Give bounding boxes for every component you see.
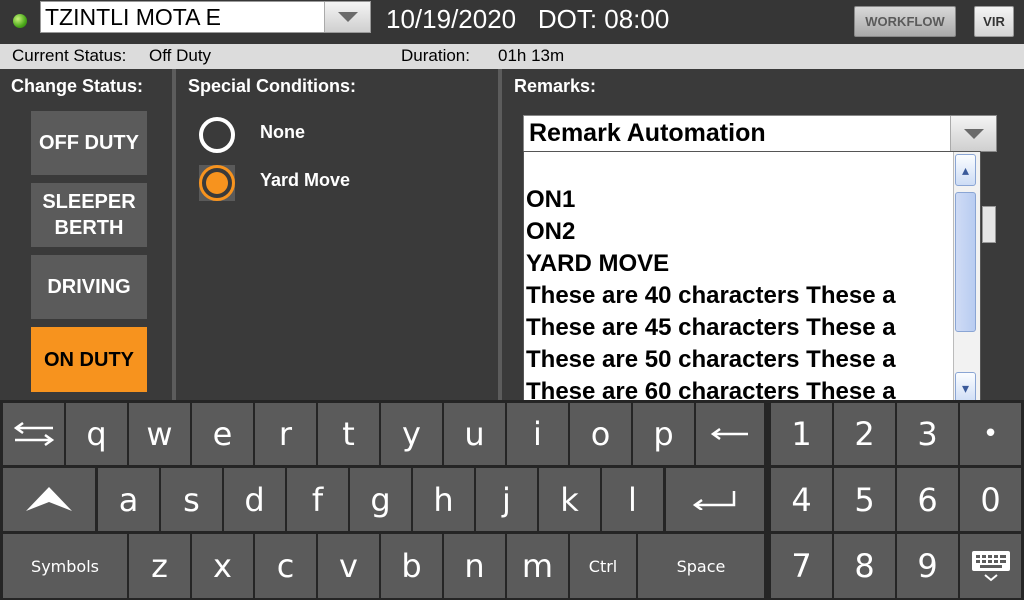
remarks-option[interactable]: YARD MOVE xyxy=(526,250,948,278)
scroll-up-button[interactable]: ▴ xyxy=(955,154,976,186)
current-status-label: Current Status: xyxy=(12,46,127,65)
key-decimal[interactable]: • xyxy=(960,403,1021,465)
hide-keyboard-key[interactable] xyxy=(960,534,1021,598)
key-k[interactable]: k xyxy=(539,468,600,531)
key-m[interactable]: m xyxy=(507,534,568,598)
yard-move-radio-label[interactable]: Yard Move xyxy=(260,170,350,191)
on-screen-keyboard: q w e r t y u i o p 1 2 3 • a s d f g h … xyxy=(0,400,1024,600)
key-v[interactable]: v xyxy=(318,534,379,598)
chevron-down-icon xyxy=(963,128,984,139)
key-i[interactable]: i xyxy=(507,403,568,465)
key-u[interactable]: u xyxy=(444,403,505,465)
sleeper-berth-label-line2: BERTH xyxy=(54,217,124,239)
off-duty-button[interactable]: OFF DUTY xyxy=(31,111,147,175)
remarks-options-list: ON1 ON2 YARD MOVE These are 40 character… xyxy=(523,151,981,408)
status-bar: Current Status: Off Duty Duration: 01h 1… xyxy=(0,44,1024,69)
yard-move-radio[interactable] xyxy=(199,165,235,201)
panel-divider xyxy=(498,69,502,400)
key-h[interactable]: h xyxy=(413,468,474,531)
scrollbar-thumb[interactable] xyxy=(955,192,976,332)
chevron-down-icon xyxy=(337,12,358,22)
space-key[interactable]: Space xyxy=(638,534,764,598)
shift-arrow-icon xyxy=(26,486,72,511)
panel-divider xyxy=(172,69,176,400)
key-z[interactable]: z xyxy=(129,534,190,598)
key-7[interactable]: 7 xyxy=(771,534,832,598)
key-6[interactable]: 6 xyxy=(897,468,958,531)
key-n[interactable]: n xyxy=(444,534,505,598)
symbols-key[interactable]: Symbols xyxy=(3,534,127,598)
key-p[interactable]: p xyxy=(633,403,694,465)
keyboard-hide-icon xyxy=(971,551,1010,582)
key-q[interactable]: q xyxy=(66,403,127,465)
key-w[interactable]: w xyxy=(129,403,190,465)
duration-label: Duration: xyxy=(401,46,470,65)
key-5[interactable]: 5 xyxy=(834,468,895,531)
radio-selected-dot xyxy=(206,172,228,194)
chevron-up-icon: ▴ xyxy=(961,162,970,178)
key-g[interactable]: g xyxy=(350,468,411,531)
remarks-dropdown-button[interactable] xyxy=(950,116,996,151)
driver-name: TZINTLI MOTA E xyxy=(45,4,221,30)
key-0[interactable]: 0 xyxy=(960,468,1021,531)
remarks-option[interactable]: ON1 xyxy=(526,186,948,214)
key-b[interactable]: b xyxy=(381,534,442,598)
current-status-value: Off Duty xyxy=(149,46,212,65)
workflow-button[interactable]: WORKFLOW xyxy=(854,6,956,37)
tab-key[interactable] xyxy=(3,403,64,465)
key-8[interactable]: 8 xyxy=(834,534,895,598)
key-j[interactable]: j xyxy=(476,468,537,531)
remarks-title: Remarks: xyxy=(514,76,597,96)
shift-key[interactable] xyxy=(3,468,95,531)
key-s[interactable]: s xyxy=(161,468,222,531)
dot-time: DOT: 08:00 xyxy=(537,4,670,34)
remarks-option[interactable]: These are 40 characters These a xyxy=(526,282,948,310)
remarks-select[interactable]: Remark Automation xyxy=(523,115,997,152)
key-o[interactable]: o xyxy=(570,403,631,465)
enter-key[interactable] xyxy=(666,468,764,531)
key-2[interactable]: 2 xyxy=(834,403,895,465)
none-radio-label[interactable]: None xyxy=(260,122,305,143)
key-4[interactable]: 4 xyxy=(771,468,832,531)
remarks-selected-value: Remark Automation xyxy=(529,119,766,147)
enter-arrow-icon xyxy=(692,490,736,510)
key-t[interactable]: t xyxy=(318,403,379,465)
sleeper-berth-button[interactable]: SLEEPER BERTH xyxy=(31,183,147,247)
key-3[interactable]: 3 xyxy=(897,403,958,465)
remarks-option[interactable]: These are 45 characters These a xyxy=(526,314,948,342)
remarks-option[interactable]: ON2 xyxy=(526,218,948,246)
hidden-dropdown-edge xyxy=(982,206,996,243)
vir-button[interactable]: VIR xyxy=(974,6,1014,37)
driving-button[interactable]: DRIVING xyxy=(31,255,147,319)
date-time-display: 10/19/2020 DOT: 08:00 xyxy=(386,4,669,35)
key-l[interactable]: l xyxy=(602,468,663,531)
none-radio[interactable] xyxy=(199,117,235,153)
connection-status-icon xyxy=(13,14,27,28)
key-9[interactable]: 9 xyxy=(897,534,958,598)
driver-dropdown-button[interactable] xyxy=(324,2,370,32)
sleeper-berth-label-line1: SLEEPER xyxy=(42,191,136,213)
current-date: 10/19/2020 xyxy=(386,4,517,34)
chevron-down-icon: ▾ xyxy=(961,380,970,396)
change-status-title: Change Status: xyxy=(11,76,144,96)
key-r[interactable]: r xyxy=(255,403,316,465)
key-1[interactable]: 1 xyxy=(771,403,832,465)
on-duty-button[interactable]: ON DUTY xyxy=(31,327,147,392)
driver-select[interactable]: TZINTLI MOTA E xyxy=(40,1,371,33)
top-bar: TZINTLI MOTA E 10/19/2020 DOT: 08:00 WOR… xyxy=(0,0,1024,44)
key-e[interactable]: e xyxy=(192,403,253,465)
duration-value: 01h 13m xyxy=(498,46,565,65)
key-f[interactable]: f xyxy=(287,468,348,531)
ctrl-key[interactable]: Ctrl xyxy=(570,534,636,598)
key-x[interactable]: x xyxy=(192,534,253,598)
key-d[interactable]: d xyxy=(224,468,285,531)
key-c[interactable]: c xyxy=(255,534,316,598)
special-conditions-title: Special Conditions: xyxy=(188,76,357,96)
remarks-option[interactable]: These are 50 characters These a xyxy=(526,346,948,374)
key-y[interactable]: y xyxy=(381,403,442,465)
tab-arrows-icon xyxy=(13,421,54,447)
key-a[interactable]: a xyxy=(98,468,159,531)
backspace-arrow-icon xyxy=(710,427,748,441)
backspace-key[interactable] xyxy=(696,403,764,465)
